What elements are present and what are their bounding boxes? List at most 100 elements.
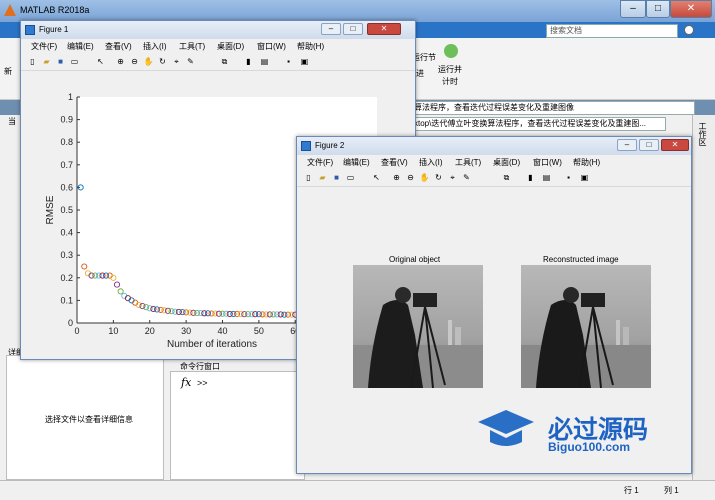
figure1-title-bar: Figure 1 – □ ✕	[21, 21, 415, 39]
menu-item[interactable]: 查看(V)	[105, 41, 132, 52]
figure2-menubar: 文件(F) 编辑(E) 查看(V) 插入(I) 工具(T) 桌面(D) 窗口(W) 帮助(H)	[297, 155, 691, 169]
menu-item[interactable]: 查看(V)	[381, 157, 408, 168]
figure1-toolbar: ▯ ▰ ■ ▭ ↖ ⊕ ⊖ ✋ ↻ ⌖ ✎ ⧉ ▮ ▤ ▪ ▣	[21, 53, 415, 71]
y-tick-label: 0.1	[60, 295, 73, 305]
pointer-icon[interactable]: ↖	[371, 172, 382, 183]
link-icon[interactable]: ⧉	[219, 56, 230, 67]
workspace-panel	[692, 115, 715, 480]
maximize-button[interactable]: □	[646, 0, 670, 18]
run-time-label-1[interactable]: 运行并	[438, 64, 462, 75]
run-time-icon[interactable]	[444, 44, 458, 58]
y-tick-label: 0.9	[60, 115, 73, 125]
command-prompt[interactable]: >>	[197, 378, 208, 388]
zoom-in-icon[interactable]: ⊕	[391, 172, 402, 183]
menu-item[interactable]: 桌面(D)	[217, 41, 244, 52]
pan-icon[interactable]: ✋	[419, 172, 430, 183]
menu-item[interactable]: 编辑(E)	[67, 41, 94, 52]
help-icon[interactable]	[684, 25, 694, 35]
detail-panel: 选择文件以查看详细信息	[6, 355, 164, 480]
graduation-cap-icon	[476, 408, 536, 452]
hide-tools-icon[interactable]: ▪	[563, 172, 574, 183]
dock-icon[interactable]: ▣	[299, 56, 310, 67]
editor-path[interactable]: ktop\迭代傅立叶变换算法程序，查看迭代过程误差变化及重建图...	[410, 117, 666, 131]
hide-tools-icon[interactable]: ▪	[283, 56, 294, 67]
run-section-label-2[interactable]: 进	[416, 68, 424, 79]
print-icon[interactable]: ▭	[345, 172, 356, 183]
fig1-minimize-button[interactable]: –	[321, 23, 341, 35]
brush-icon[interactable]: ✎	[461, 172, 472, 183]
status-row: 行 1	[624, 486, 639, 495]
menu-item[interactable]: 帮助(H)	[297, 41, 324, 52]
colorbar-icon[interactable]: ▮	[525, 172, 536, 183]
x-tick-label: 10	[108, 326, 118, 336]
workspace-panel-label[interactable]: 工作区	[697, 122, 708, 146]
menu-item[interactable]: 文件(F)	[307, 157, 333, 168]
watermark-url: Biguo100.com	[548, 440, 631, 454]
zoom-out-icon[interactable]: ⊖	[405, 172, 416, 183]
save-icon[interactable]: ■	[331, 172, 342, 183]
fig2-close-button[interactable]: ✕	[661, 139, 689, 151]
menu-item[interactable]: 窗口(W)	[533, 157, 562, 168]
legend-icon[interactable]: ▤	[259, 56, 270, 67]
rotate-icon[interactable]: ↻	[433, 172, 444, 183]
x-tick-label: 20	[145, 326, 155, 336]
figure1-title: Figure 1	[39, 25, 69, 34]
ribbon-new-label[interactable]: 新	[4, 66, 12, 77]
image2-title: Reconstructed image	[543, 255, 619, 264]
link-icon[interactable]: ⧉	[501, 172, 512, 183]
figure-icon	[301, 141, 311, 151]
menu-item[interactable]: 编辑(E)	[343, 157, 370, 168]
menu-item[interactable]: 帮助(H)	[573, 157, 600, 168]
dock-icon[interactable]: ▣	[579, 172, 590, 183]
y-tick-label: 0.4	[60, 228, 73, 238]
menu-item[interactable]: 工具(T)	[455, 157, 481, 168]
pointer-icon[interactable]: ↖	[95, 56, 106, 67]
close-button[interactable]: ✕	[670, 0, 712, 18]
data-cursor-icon[interactable]: ⌖	[171, 56, 182, 67]
print-icon[interactable]: ▭	[69, 56, 80, 67]
brush-icon[interactable]: ✎	[185, 56, 196, 67]
fig2-minimize-button[interactable]: –	[617, 139, 637, 151]
figure2-title-bar: Figure 2 – □ ✕	[297, 137, 691, 155]
menu-item[interactable]: 插入(I)	[143, 41, 167, 52]
menu-item[interactable]: 插入(I)	[419, 157, 443, 168]
colorbar-icon[interactable]: ▮	[243, 56, 254, 67]
address-bar[interactable]: 算法程序，查看迭代过程误差变化及重建图像	[410, 101, 695, 115]
y-tick-label: 0.6	[60, 182, 73, 192]
legend-icon[interactable]: ▤	[541, 172, 552, 183]
menu-item[interactable]: 工具(T)	[179, 41, 205, 52]
menu-item[interactable]: 桌面(D)	[493, 157, 520, 168]
search-input[interactable]: 搜索文档	[546, 24, 678, 38]
figure2-toolbar: ▯ ▰ ■ ▭ ↖ ⊕ ⊖ ✋ ↻ ⌖ ✎ ⧉ ▮ ▤ ▪ ▣	[297, 169, 691, 187]
fig1-close-button[interactable]: ✕	[367, 23, 401, 35]
zoom-in-icon[interactable]: ⊕	[115, 56, 126, 67]
rotate-icon[interactable]: ↻	[157, 56, 168, 67]
data-cursor-icon[interactable]: ⌖	[447, 172, 458, 183]
fig1-maximize-button[interactable]: □	[343, 23, 363, 35]
command-window[interactable]: fx >>	[170, 371, 305, 480]
y-tick-label: 0	[68, 318, 73, 328]
detail-panel-text: 选择文件以查看详细信息	[45, 415, 133, 424]
original-image	[353, 265, 483, 388]
new-figure-icon[interactable]: ▯	[303, 172, 314, 183]
minimize-button[interactable]: –	[620, 0, 646, 18]
fig2-maximize-button[interactable]: □	[639, 139, 659, 151]
app-title: MATLAB R2018a	[20, 5, 90, 15]
save-icon[interactable]: ■	[55, 56, 66, 67]
menu-item[interactable]: 窗口(W)	[257, 41, 286, 52]
y-tick-label: 0.8	[60, 137, 73, 147]
fx-icon[interactable]: fx	[181, 376, 191, 389]
x-axis-label: Number of iterations	[167, 339, 257, 350]
menu-item[interactable]: 文件(F)	[31, 41, 57, 52]
new-figure-icon[interactable]: ▯	[27, 56, 38, 67]
figure1-menubar: 文件(F) 编辑(E) 查看(V) 插入(I) 工具(T) 桌面(D) 窗口(W) 帮助(H)	[21, 39, 415, 53]
matlab-logo-icon	[4, 4, 16, 16]
pan-icon[interactable]: ✋	[143, 56, 154, 67]
zoom-out-icon[interactable]: ⊖	[129, 56, 140, 67]
matlab-title-bar: MATLAB R2018a – □ ✕	[0, 0, 715, 22]
reconstructed-image	[521, 265, 651, 388]
run-time-label-2[interactable]: 计时	[442, 76, 458, 87]
open-icon[interactable]: ▰	[41, 56, 52, 67]
open-icon[interactable]: ▰	[317, 172, 328, 183]
status-bar: 行 1 列 1	[0, 480, 715, 500]
